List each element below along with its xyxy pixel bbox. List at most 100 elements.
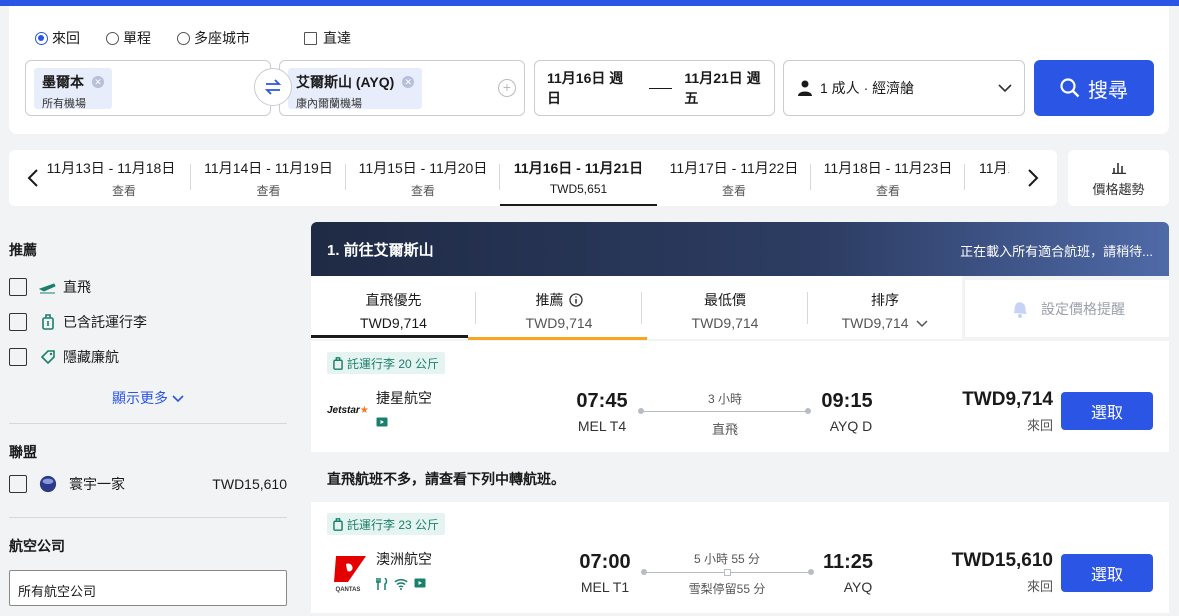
date-option[interactable]: 11月19日 xyxy=(965,150,1009,206)
checkbox-icon xyxy=(9,347,27,366)
filter-hide-lowcost[interactable]: 隱藏廉航 xyxy=(9,339,287,374)
date-option[interactable]: 11月15日 - 11月20日 查看 xyxy=(346,150,500,206)
trip-type-group: 來回 單程 多座城市 直達 xyxy=(35,28,351,48)
search-button[interactable]: 搜尋 xyxy=(1034,60,1154,116)
filter-checked-baggage[interactable]: 已含託運行李 xyxy=(9,304,287,339)
arrival-time: 09:15 xyxy=(821,390,873,412)
tab-direct-first[interactable]: 直飛優先 TWD9,714 xyxy=(311,276,476,339)
chevron-down-icon xyxy=(172,395,184,403)
flight-price: TWD15,610 xyxy=(951,550,1053,571)
tab-sort[interactable]: 排序 TWD9,714 xyxy=(808,276,962,339)
remove-origin-icon[interactable]: ✕ xyxy=(92,76,104,88)
date-option[interactable]: 11月18日 - 11月23日 查看 xyxy=(811,150,965,206)
chevron-right-icon xyxy=(1028,169,1039,187)
entertainment-icon xyxy=(414,578,426,588)
arrival-time: 11:25 xyxy=(822,551,874,573)
date-strip: 11月13日 - 11月18日 查看 11月14日 - 11月19日 查看 11月1… xyxy=(9,150,1057,206)
trip-type-roundtrip[interactable]: 來回 xyxy=(35,28,80,48)
checkbox-icon xyxy=(9,474,27,493)
flight-duration: 3 小時 xyxy=(707,392,742,406)
select-flight-button[interactable]: 選取 xyxy=(1061,554,1153,592)
date-option[interactable]: 11月17日 - 11月22日 查看 xyxy=(657,150,811,206)
passenger-field[interactable]: 1 成人 · 經濟艙 xyxy=(783,60,1025,116)
date-option[interactable]: 11月13日 - 11月18日 查看 xyxy=(47,150,191,206)
tag-icon xyxy=(39,349,57,364)
price-alert-button[interactable]: 設定價格提醒 xyxy=(965,280,1169,337)
qantas-logo: QANTAS xyxy=(327,556,369,593)
destination-chip: 艾爾斯山 (AYQ) ✕ 康內爾蘭機場 xyxy=(288,68,423,110)
results-header: 1. 前往艾爾斯山 正在載入所有適合航班，請稍待... xyxy=(311,222,1169,276)
filter-title-alliance: 聯盟 xyxy=(9,444,37,460)
airline-name: 澳洲航空 xyxy=(376,551,432,567)
airline-select[interactable]: 所有航空公司 xyxy=(9,570,287,606)
sort-tabs: 直飛優先 TWD9,714 推薦 TWD9,714 最低價 TWD9,714 排… xyxy=(311,276,962,340)
departure-time: 07:00 xyxy=(579,551,631,573)
origin-field[interactable]: 墨爾本 ✕ 所有機場 xyxy=(25,60,271,116)
trip-type-oneway[interactable]: 單程 xyxy=(106,28,151,48)
tab-lowest-price[interactable]: 最低價 TWD9,714 xyxy=(642,276,808,339)
radio-icon xyxy=(35,31,48,45)
luggage-icon xyxy=(333,517,343,531)
swap-button[interactable] xyxy=(254,68,292,106)
results-title: 1. 前往艾爾斯山 xyxy=(327,242,434,259)
checkbox-icon xyxy=(9,277,27,296)
filter-oneworld[interactable]: 寰宇一家 TWD15,610 xyxy=(9,466,287,501)
plane-takeoff-icon xyxy=(39,280,57,294)
flight-card[interactable]: 託運行李 23 公斤 QANTAS 澳洲航空 07:00 MEL T1 5 小時… xyxy=(311,502,1169,613)
swap-icon xyxy=(264,79,282,95)
flight-duration: 5 小時 55 分 xyxy=(693,552,761,566)
search-icon xyxy=(1060,78,1080,98)
trip-type-multicity[interactable]: 多座城市 xyxy=(177,28,250,48)
meal-icon xyxy=(376,578,388,590)
departure-airport: MEL T1 xyxy=(580,579,630,595)
tab-recommended[interactable]: 推薦 TWD9,714 xyxy=(476,276,642,339)
filter-panel: 推薦 直飛 已含託運行李 隱藏廉航 顯示更多 聯盟 寰宇一家 TWD15,610… xyxy=(9,222,287,606)
wifi-icon xyxy=(394,579,408,590)
route-line xyxy=(641,569,814,576)
destination-field[interactable]: 艾爾斯山 (AYQ) ✕ 康內爾蘭機場 + xyxy=(279,60,525,116)
radio-icon xyxy=(177,31,190,45)
stops-info: 直飛 xyxy=(711,422,738,437)
flight-card[interactable]: 託運行李 20 公斤 Jetstar★ 捷星航空 07:45 MEL T4 3 … xyxy=(311,341,1169,452)
arrival-airport: AYQ xyxy=(843,579,873,595)
price-note: 來回 xyxy=(1026,579,1053,594)
divider xyxy=(9,517,287,518)
date-option[interactable]: 11月14日 - 11月19日 查看 xyxy=(191,150,346,206)
connecting-notice: 直飛航班不多，請查看下列中轉航班。 xyxy=(327,471,565,487)
baggage-badge: 託運行李 23 公斤 xyxy=(327,513,446,535)
return-date: 11月21日 週五 xyxy=(684,70,761,106)
show-more-link[interactable]: 顯示更多 xyxy=(9,388,287,408)
direct-checkbox[interactable]: 直達 xyxy=(304,28,351,48)
price-trend-button[interactable]: 價格趨勢 xyxy=(1068,150,1169,206)
luggage-icon xyxy=(333,356,343,370)
chevron-down-icon xyxy=(916,320,928,328)
active-tab-indicator xyxy=(311,335,468,338)
route-line xyxy=(638,408,811,414)
filter-direct[interactable]: 直飛 xyxy=(9,269,287,304)
amenities xyxy=(376,578,426,590)
baggage-badge: 託運行李 20 公斤 xyxy=(327,352,446,374)
origin-chip: 墨爾本 ✕ 所有機場 xyxy=(34,68,112,110)
depart-date: 11月16日 週日 xyxy=(547,70,624,106)
layover-dot xyxy=(724,569,731,576)
person-icon xyxy=(798,80,812,96)
departure-airport: MEL T4 xyxy=(577,418,627,434)
oneworld-icon xyxy=(39,474,57,494)
filter-title-recommended: 推薦 xyxy=(9,242,37,258)
stops-info: 雪梨停留55 分 xyxy=(688,582,766,596)
entertainment-icon xyxy=(376,417,388,427)
select-flight-button[interactable]: 選取 xyxy=(1061,392,1153,430)
add-destination-icon[interactable]: + xyxy=(498,79,516,97)
info-icon[interactable] xyxy=(568,293,583,307)
flight-price: TWD9,714 xyxy=(962,389,1053,410)
loading-status: 正在載入所有適合航班，請稍待... xyxy=(960,244,1153,259)
arrival-airport: AYQ D xyxy=(829,418,873,434)
checkbox-icon xyxy=(304,31,317,45)
checkbox-icon xyxy=(9,312,27,331)
progress-bar xyxy=(468,337,647,340)
remove-destination-icon[interactable]: ✕ xyxy=(402,76,415,88)
date-option-selected[interactable]: 11月16日 - 11月21日 TWD5,651 xyxy=(500,150,657,206)
date-next-button[interactable] xyxy=(1009,150,1057,206)
date-field[interactable]: 11月16日 週日 11月21日 週五 xyxy=(534,60,775,116)
amenities xyxy=(376,417,388,427)
